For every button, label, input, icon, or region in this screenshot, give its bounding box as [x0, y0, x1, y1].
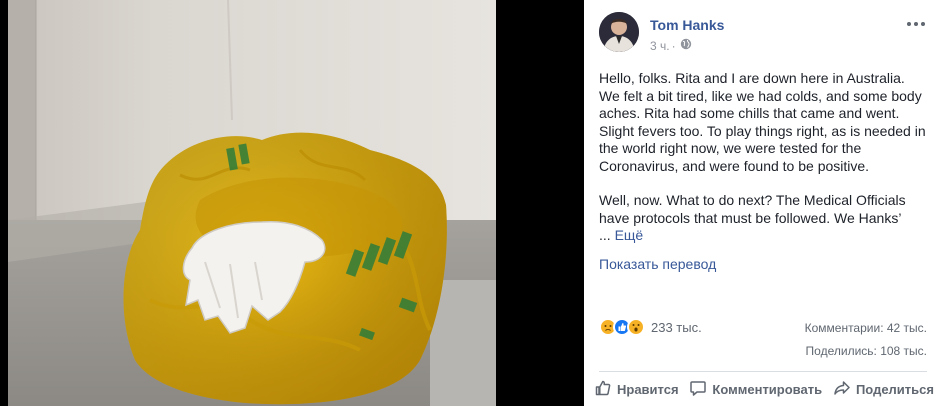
post-photo[interactable] [0, 0, 584, 406]
more-options-icon[interactable] [905, 16, 927, 32]
ellipsis: ... [599, 227, 611, 243]
author-name[interactable]: Tom Hanks [650, 17, 724, 33]
see-more-link[interactable]: Ещё [615, 227, 644, 243]
like-button[interactable]: Нравится [594, 379, 679, 400]
comments-count[interactable]: Комментарии: 42 тыс. [805, 321, 927, 335]
thumbs-up-icon [594, 379, 617, 400]
reactions-count: 233 тыс. [651, 319, 702, 335]
avatar[interactable] [599, 12, 639, 52]
post-stats: 233 тыс. Комментарии: 42 тыс. Поделились… [599, 316, 927, 366]
translate-link[interactable]: Показать перевод [599, 256, 716, 272]
photo-yellow-bag-glove [0, 0, 584, 406]
wow-reaction-icon [627, 318, 645, 336]
post-header: Tom Hanks 3 ч. · [599, 12, 927, 56]
post-timestamp[interactable]: 3 ч. [650, 39, 670, 53]
share-arrow-icon [833, 379, 856, 400]
globe-icon[interactable] [680, 38, 692, 53]
share-button[interactable]: Поделиться [833, 379, 934, 400]
actions-divider [599, 371, 927, 372]
shares-count[interactable]: Поделились: 108 тыс. [806, 344, 927, 358]
comment-label: Комментировать [712, 381, 823, 397]
reactions-summary[interactable]: 233 тыс. [599, 318, 702, 336]
comment-button[interactable]: Комментировать [689, 379, 822, 400]
post-paragraph: Well, now. What to do next? The Medical … [599, 192, 906, 226]
post-paragraph: Hello, folks. Rita and I are down here i… [599, 70, 926, 174]
like-label: Нравится [617, 381, 679, 397]
post-actions: Нравится Комментировать Поделиться [584, 375, 937, 403]
post-meta: 3 ч. · [650, 38, 692, 53]
avatar-portrait [599, 12, 639, 52]
share-label: Поделиться [855, 381, 934, 397]
post-side-panel: Tom Hanks 3 ч. · Hello, folks. Rita and … [584, 0, 937, 406]
comment-bubble-icon [689, 379, 712, 400]
meta-separator: · [671, 38, 676, 53]
see-more-row: ... Ещё [599, 227, 927, 245]
post-text: Hello, folks. Rita and I are down here i… [599, 70, 927, 245]
